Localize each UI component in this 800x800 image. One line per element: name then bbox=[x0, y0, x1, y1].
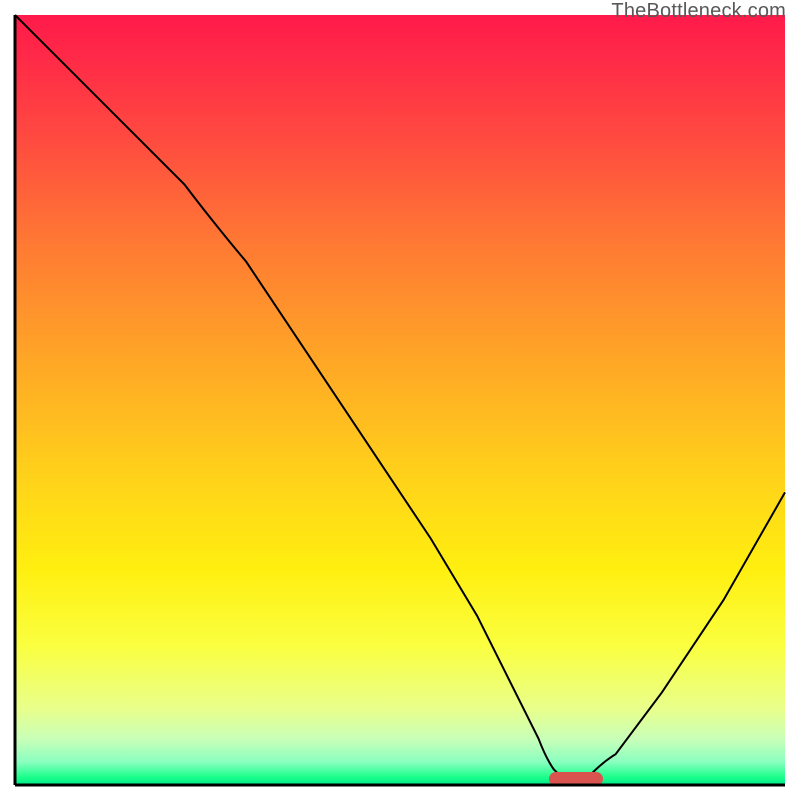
heatmap-gradient bbox=[15, 15, 785, 785]
chart-container: TheBottleneck.com bbox=[0, 0, 800, 800]
watermark-text: TheBottleneck.com bbox=[611, 0, 786, 23]
plot-area bbox=[15, 15, 785, 785]
